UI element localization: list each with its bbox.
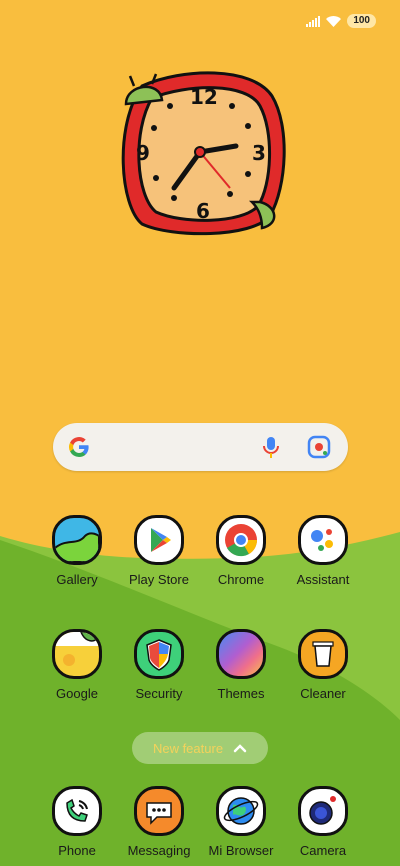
new-feature-label: New feature [152,740,224,756]
google-g-icon[interactable] [67,435,91,459]
themes-icon [216,629,266,679]
status-bar: 100 [306,14,376,28]
dock-mi-browser[interactable]: Mi Browser [200,786,282,858]
app-label: Google [56,686,98,701]
camera-icon [298,786,348,836]
app-label: Cleaner [300,686,346,701]
app-label: Gallery [56,572,98,587]
app-label: Play Store [129,572,189,587]
dock-camera[interactable]: Camera [282,786,364,858]
google-search-bar[interactable] [53,423,348,471]
wifi-icon [326,15,342,27]
app-assistant[interactable]: Assistant [282,515,364,587]
app-chrome[interactable]: Chrome [200,515,282,587]
app-gallery[interactable]: Gallery [36,515,118,587]
app-security[interactable]: Security [118,629,200,701]
chevron-up-icon [233,744,247,753]
dock-phone[interactable]: Phone [36,786,118,858]
android-icon [124,73,164,106]
app-themes[interactable]: Themes [200,629,282,701]
assistant-icon [298,515,348,565]
dock-messaging[interactable]: Messaging [118,786,200,858]
numeral-6: 6 [196,199,210,223]
app-label: Phone [58,843,96,858]
gallery-icon [52,515,102,565]
chrome-icon [216,515,266,565]
battery-indicator: 100 [347,14,376,28]
app-label: Themes [217,686,265,701]
lens-icon[interactable] [307,435,331,459]
mic-icon[interactable] [263,435,279,459]
new-feature-button[interactable]: New feature [132,732,268,764]
play-store-icon [134,515,184,565]
signal-icon [306,15,321,27]
numeral-12: 12 [190,85,218,109]
app-label: Security [135,686,183,701]
phone-icon [52,786,102,836]
security-icon [134,629,184,679]
app-label: Mi Browser [208,843,274,858]
mi-browser-icon [216,786,266,836]
numeral-9: 9 [136,141,150,165]
app-play-store[interactable]: Play Store [118,515,200,587]
app-label: Camera [299,843,347,858]
app-label: Assistant [296,572,350,587]
app-cleaner[interactable]: Cleaner [282,629,364,701]
app-label: Chrome [217,572,265,587]
analog-clock-widget[interactable]: 12 3 6 9 [112,66,292,241]
google-folder-icon [52,629,102,679]
messaging-icon [134,786,184,836]
app-label: Messaging [127,843,191,858]
app-google[interactable]: Google [36,629,118,701]
numeral-3: 3 [252,141,266,165]
cleaner-icon [298,629,348,679]
